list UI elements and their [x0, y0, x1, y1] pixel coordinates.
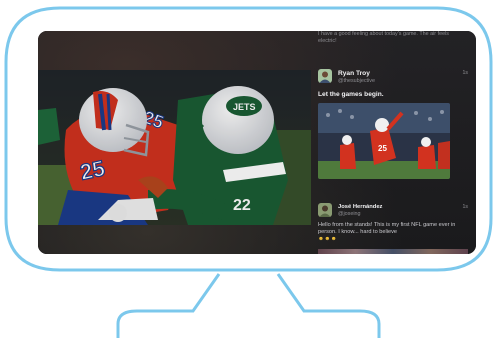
tweet-header: Ryan Troy @thesubjective 1s	[318, 69, 468, 89]
tweet-timestamp: 1s	[462, 204, 468, 210]
video-player[interactable]: 25 25 22 JETS	[38, 70, 311, 225]
feed-top-snippet: I have a good feeling about today's game…	[318, 31, 449, 44]
tweet-card[interactable]: Ryan Troy @thesubjective 1s Let the game…	[318, 69, 468, 179]
emoji-row: ☻☻☻	[318, 236, 338, 243]
tweet-header: José Hernández @joseing 1s	[318, 203, 468, 220]
tweet-timestamp: 1s	[462, 70, 468, 76]
tweet-author-name: José Hernández	[338, 204, 383, 210]
tweet-author-handle: @joseing	[338, 211, 361, 217]
tv-screen: 25 25 22 JETS	[38, 31, 476, 254]
tweet-author-handle: @thesubjective	[338, 78, 375, 84]
tweet-text: Hello from the stands! This is my first …	[318, 222, 456, 236]
avatar	[318, 203, 332, 217]
tweet-media-jersey-number: 25	[378, 144, 387, 153]
tweet-text: Let the games begin.	[318, 91, 384, 98]
device-illustration: 25 25 22 JETS	[0, 0, 497, 338]
next-tweet-media-preview	[318, 249, 468, 254]
tweet-author-name: Ryan Troy	[338, 70, 370, 77]
football-action-image: 25 25 22 JETS	[38, 70, 311, 225]
avatar	[318, 69, 332, 83]
tweet-media-image[interactable]: 25	[318, 103, 450, 179]
tweet-card[interactable]: José Hernández @joseing 1s Hello from th…	[318, 203, 468, 242]
social-feed: I have a good feeling about today's game…	[318, 31, 476, 254]
